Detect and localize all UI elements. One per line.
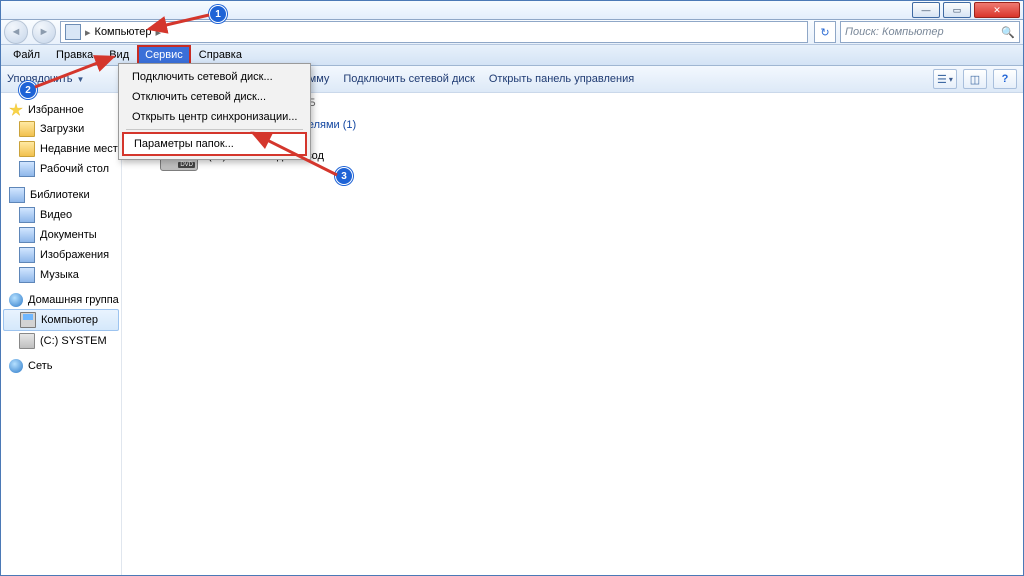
explorer-window: { "window": { "min": "—", "max": "▭", "c…	[0, 0, 1024, 576]
annotation-arrows	[1, 1, 1024, 576]
